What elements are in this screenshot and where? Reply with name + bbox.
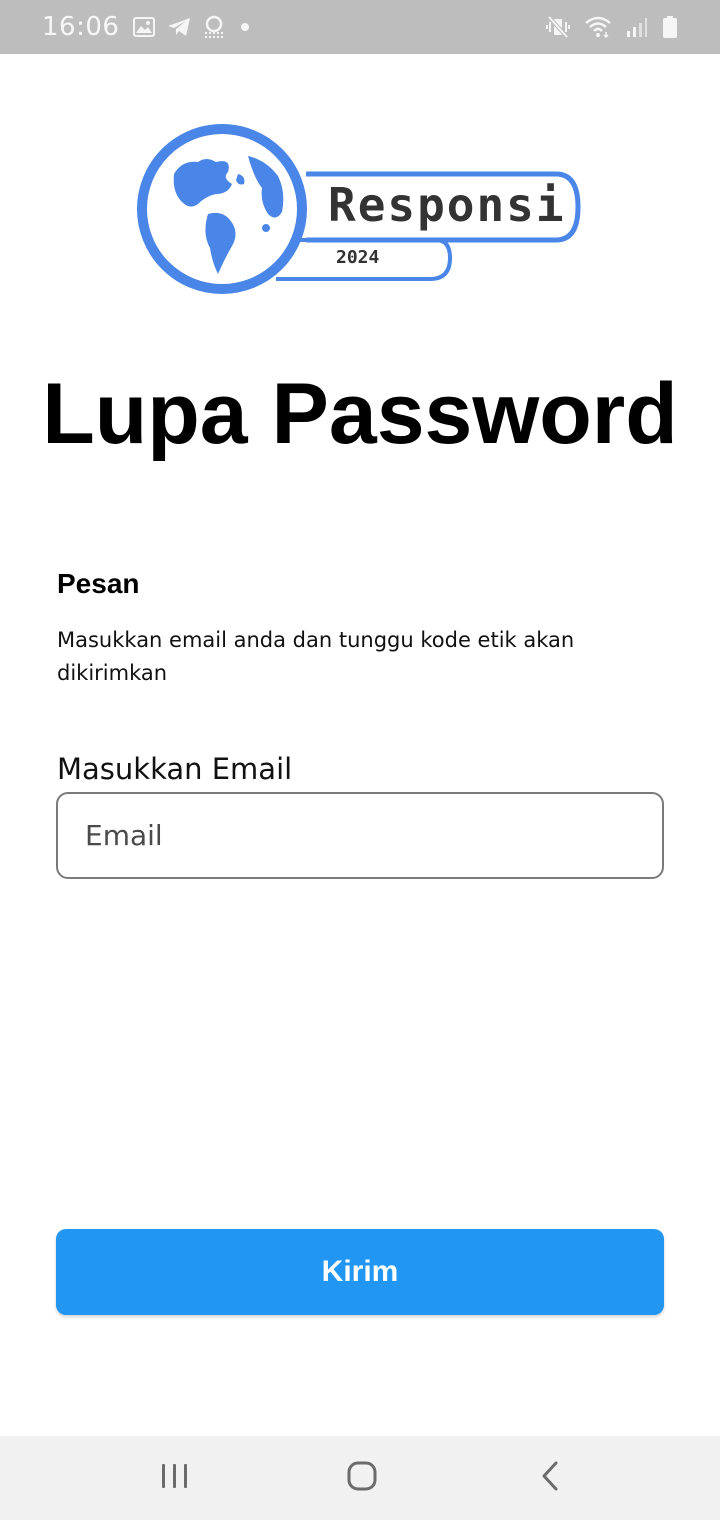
logo-name: Responsi (328, 178, 566, 232)
email-field-label: Masukkan Email (57, 752, 293, 786)
signal-icon (626, 16, 648, 38)
home-button[interactable] (302, 1436, 422, 1520)
email-field[interactable] (56, 792, 664, 879)
status-right-icons (546, 15, 678, 39)
status-left-icons (133, 15, 253, 39)
page-title: Lupa Password (42, 366, 678, 462)
wifi-icon (584, 16, 612, 38)
account-notification-icon (203, 15, 225, 39)
notice-title: Pesan (57, 568, 140, 599)
mute-vibrate-icon (546, 16, 570, 38)
battery-icon (662, 15, 678, 39)
back-button[interactable] (490, 1436, 610, 1520)
telegram-icon (167, 17, 191, 37)
status-bar: 16:06 (0, 0, 720, 54)
dot-icon (237, 17, 253, 37)
submit-button[interactable]: Kirim (56, 1229, 664, 1315)
status-time: 16:06 (42, 12, 120, 42)
notice-message: Masukkan email anda dan tunggu kode etik… (57, 628, 575, 685)
recents-button[interactable] (115, 1436, 235, 1520)
navigation-bar (0, 1436, 720, 1520)
recents-icon (160, 1462, 190, 1495)
home-icon (346, 1460, 378, 1497)
image-icon (133, 17, 156, 37)
back-icon (539, 1460, 561, 1497)
logo-year: 2024 (336, 247, 380, 268)
app-logo: Responsi 2024 (136, 122, 582, 298)
